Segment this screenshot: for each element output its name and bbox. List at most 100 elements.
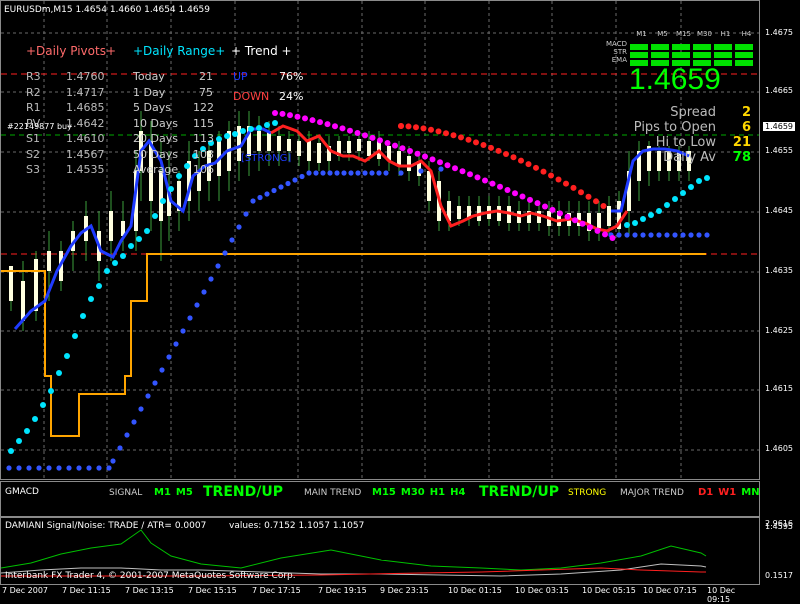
main-trend-timeframes: M15 M30 H1 H4 [372,487,470,498]
price-tick-label: 1.4665 [765,86,793,95]
blue-sar-dot [56,465,62,471]
price-tick-label: 1.4655 [765,146,793,155]
blue-sar-dot [292,177,298,183]
major-trend-timeframes: D1 W1 MN [698,487,765,498]
red-sar-dot [555,176,562,183]
magenta-sar-dot [579,220,586,227]
blue-sar-dot [215,263,221,269]
pivot-value: 1.4610 [66,132,105,145]
blue-sar-dot [201,289,207,295]
pivot-label: R2 [26,85,41,99]
cyan-sar-dot [256,125,262,131]
time-tick-label: 10 Dec 07:15 [643,586,697,595]
cyan-sar-dot [248,126,254,132]
mtf-timeframe-label: M30 [697,30,712,38]
pivot-label: S2 [26,147,40,161]
blue-sar-dot [285,180,291,187]
timeframe-label: M5 [175,487,193,498]
blue-sar-dot [166,354,172,360]
cyan-sar-dot [88,296,94,302]
gmacd-panel[interactable]: GMACD SIGNAL M1 M5 TREND/UP MAIN TREND M1… [0,481,760,517]
blue-sar-dot [334,170,340,176]
range-label: Average [133,163,179,176]
blue-sar-dot [696,232,702,238]
candle-body [457,206,461,219]
candle-body [367,141,371,156]
cyan-sar-dot [624,222,630,228]
magenta-sar-dot [287,112,293,119]
red-sar-dot [533,164,539,171]
damiani-name: DAMIANI Signal/Noise: TRADE / ATR= 0.000… [5,521,207,531]
red-sar-dot [540,168,547,175]
trend-down-value: 24% [279,90,304,103]
cyan-sar-dot [264,122,270,128]
blue-sar-dot [656,232,662,238]
main-price-chart[interactable]: EURUSDm,M15 1.4654 1.4660 1.4654 1.4659 … [0,0,760,480]
trend-up-value: 76% [279,70,304,83]
timeframe-label: M15 [372,487,396,498]
price-axis: 1.4675 1.4665 1.4655 1.4645 1.4635 1.4625 1.46… [760,0,800,600]
timeframe-label: D1 [698,487,714,498]
blue-sar-dot [257,194,263,201]
blue-sar-dot [222,250,228,256]
price-tick-label: 1.4635 [765,266,793,275]
time-tick-label: 7 Dec 11:15 [62,586,111,595]
pivot-value: 1.4535 [66,163,105,176]
red-sar-dot [413,124,419,131]
current-price-tag: 1.4659 [763,122,795,131]
blue-sar-dot [243,211,249,217]
time-tick-label: 7 Dec 15:15 [188,586,237,595]
magenta-sar-dot [279,110,286,117]
magenta-sar-dot [422,153,428,160]
range-value: 122 [193,101,214,114]
mtf-timeframe-label: H4 [741,30,752,38]
blue-sar-dot [369,170,375,176]
timeframe-label: H1 [429,487,446,498]
cyan-sar-dot [24,428,30,434]
red-sar-dot [488,144,494,151]
cyan-sar-dot [696,178,702,184]
stat-value: 78 [732,150,751,165]
stat-row: Spread 2 [601,105,751,120]
range-label: 5 Days [133,101,171,114]
cyan-sar-dot [704,175,710,181]
range-label: Today [133,70,165,83]
candle-body [597,213,601,229]
current-price-large: 1.4659 [629,63,721,96]
pivots-header: +Daily Pivots+ [26,44,116,58]
mtf-row-label: EMA [611,56,627,64]
cyan-sar-dot [656,208,662,214]
blue-sar-dot [398,170,404,176]
cyan-sar-dot [680,190,686,196]
magenta-sar-dot [272,110,278,116]
time-tick-label: 7 Dec 17:15 [252,586,301,595]
cyan-sar-dot [72,333,78,339]
red-sar-dot [600,203,607,209]
candle-body [407,156,411,171]
red-sar-dot [458,134,464,141]
blue-sar-dot [159,367,165,373]
time-tick-label: 9 Dec 23:15 [380,586,429,595]
stat-value: 2 [741,105,751,120]
magenta-sar-dot [557,210,563,217]
range-value: 75 [199,85,213,99]
blue-sar-dot [96,465,102,471]
cyan-sar-dot [144,228,150,234]
magenta-sar-dot [549,206,556,213]
pivot-row: R1 1.4685 [26,100,105,116]
candle-body [317,143,321,163]
magenta-sar-dot [407,147,413,154]
order-label[interactable]: #22149877 buy [7,122,72,131]
magenta-sar-dot [512,190,518,197]
red-sar-dot [480,142,487,149]
damiani-panel[interactable]: DAMIANI Signal/Noise: TRADE / ATR= 0.000… [0,517,760,585]
magenta-sar-dot [594,227,601,234]
red-sar-dot [570,184,577,191]
stat-label: Spread [670,105,716,120]
range-table: Today 21 1 Day 75 5 Days 122 10 Days 115 20 Days… [133,69,214,178]
range-row: 50 Days 103 [133,147,214,163]
magenta-sar-dot [489,180,496,187]
red-sar-dot [510,154,517,161]
range-label: 20 Days [133,132,178,145]
blue-sar-dot [362,170,368,176]
